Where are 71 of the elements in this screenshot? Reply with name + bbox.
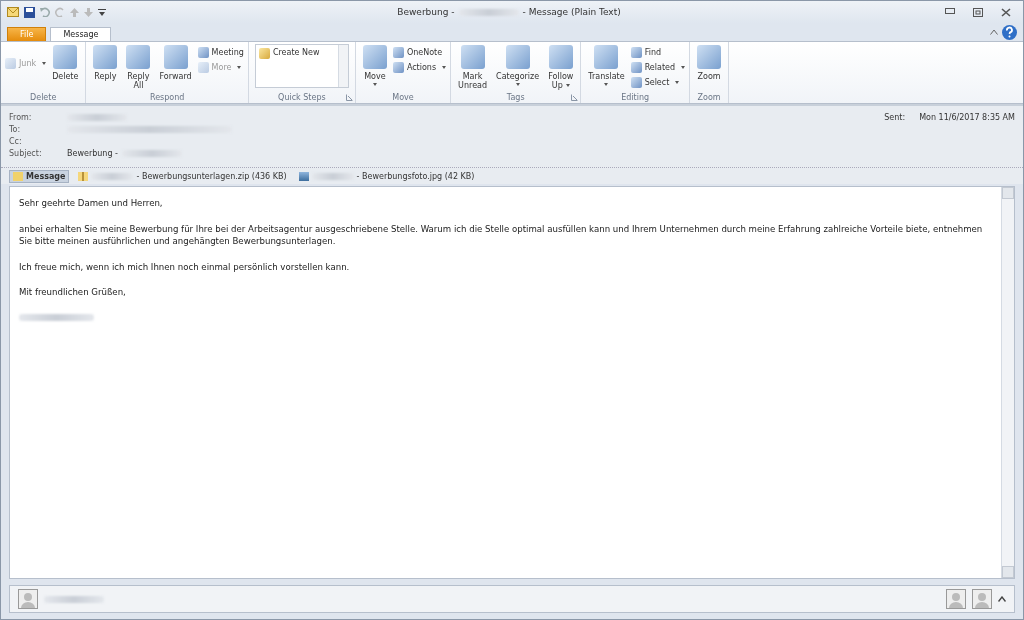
down-arrow-icon[interactable] <box>84 7 93 17</box>
attachment-item[interactable]: - Bewerbungsfoto.jpg (42 KB) <box>295 170 478 182</box>
button-icon <box>362 45 387 69</box>
ribbon-button[interactable]: Related <box>630 60 686 74</box>
ribbon-button[interactable]: Zoom <box>694 44 725 81</box>
avatar-icon <box>946 589 966 609</box>
group-label: Zoom <box>697 93 721 102</box>
undo-icon[interactable] <box>40 7 50 17</box>
attachment-item[interactable]: - Bewerbungsunterlagen.zip (436 KB) <box>75 170 290 182</box>
ribbon-tab[interactable]: Message <box>50 27 112 41</box>
gallery-scrollbar[interactable] <box>337 45 348 87</box>
field-label: To: <box>9 125 22 134</box>
body-paragraph: Sehr geehrte Damen und Herren, <box>19 197 164 210</box>
ribbon-button[interactable]: Actions <box>392 60 447 74</box>
redacted-text <box>458 8 519 16</box>
collapse-ribbon-icon[interactable] <box>990 29 998 35</box>
avatar-icon <box>972 589 992 609</box>
group-label: Respond <box>149 93 185 102</box>
ribbon-button[interactable]: Follow Up <box>545 44 577 90</box>
group-label: Tags <box>506 93 525 102</box>
ribbon-button[interactable]: Move <box>359 44 390 86</box>
button-icon <box>460 45 485 69</box>
window-title: - Message (Plain Text) <box>522 7 621 17</box>
field-label: Subject: <box>9 149 43 158</box>
field-label: Sent: <box>884 113 906 122</box>
ribbon-button[interactable]: Mark Unread <box>455 44 491 90</box>
customize-icon[interactable] <box>98 7 106 17</box>
dialog-launcher-icon[interactable] <box>571 94 579 101</box>
ribbon-button[interactable]: Forward <box>156 44 195 81</box>
ribbon-button[interactable]: Delete <box>49 44 82 81</box>
body-paragraph: anbei erhalten Sie meine Bewerbung für Ihre bei der Arbeitsagentur ausgeschriebene Stelle. Warum ich die Stelle optimal ausfüllen kann und Ihrem Unternehmen durch meine Erfahrung zahlreiche Vorteile biete, entnehmen Sie bitte meinen ausführlichen und angehängten Bewerbungsunterlagen. <box>19 222 984 248</box>
field-label: From: <box>9 113 33 122</box>
button-icon <box>548 45 573 69</box>
button-icon <box>594 45 619 69</box>
ribbon-button[interactable]: Meeting <box>197 45 244 59</box>
minimize-icon[interactable] <box>945 7 955 14</box>
group-label: Move <box>392 93 414 102</box>
up-arrow-icon[interactable] <box>70 7 79 17</box>
button-icon <box>93 45 118 69</box>
save-icon[interactable] <box>24 6 35 18</box>
group-label: Quick Steps <box>278 93 326 102</box>
dialog-launcher-icon[interactable] <box>345 94 353 101</box>
group-label: Editing <box>621 93 650 102</box>
button-icon <box>53 45 78 69</box>
window-title: Bewerbung - <box>397 7 455 17</box>
button-icon <box>697 45 722 69</box>
ribbon-button[interactable]: Find <box>630 45 686 59</box>
group-label: Delete <box>30 93 57 102</box>
close-icon[interactable] <box>1001 7 1011 17</box>
restore-icon[interactable] <box>973 7 983 17</box>
button-icon <box>163 45 188 69</box>
field-label: Cc: <box>9 137 23 146</box>
ribbon-button[interactable]: Reply All <box>123 44 154 90</box>
attachment-item[interactable]: Message <box>9 169 70 183</box>
avatar-icon <box>18 589 38 609</box>
ribbon-button[interactable]: OneNote <box>392 45 447 59</box>
ribbon-button[interactable]: Translate <box>585 44 628 86</box>
ribbon-button[interactable]: Select <box>630 75 686 89</box>
ribbon-button[interactable]: Reply <box>90 44 121 81</box>
quick-step-item[interactable]: Create New <box>255 45 338 87</box>
body-paragraph: Ich freue mich, wenn ich mich Ihnen noch einmal persönlich vorstellen kann. <box>19 260 351 273</box>
field-value: Bewerbung - <box>67 149 118 158</box>
expand-icon[interactable] <box>998 596 1006 602</box>
help-icon[interactable] <box>1002 24 1017 40</box>
button-icon <box>126 45 151 69</box>
redo-icon[interactable] <box>55 7 65 17</box>
ribbon-button[interactable]: Categorize <box>493 44 543 86</box>
body-paragraph: Mit freundlichen Grüßen, <box>19 286 127 299</box>
envelope-icon[interactable] <box>7 7 19 17</box>
sent-date: Mon 11/6/2017 8:35 AM <box>919 113 1015 122</box>
button-icon <box>505 45 530 69</box>
